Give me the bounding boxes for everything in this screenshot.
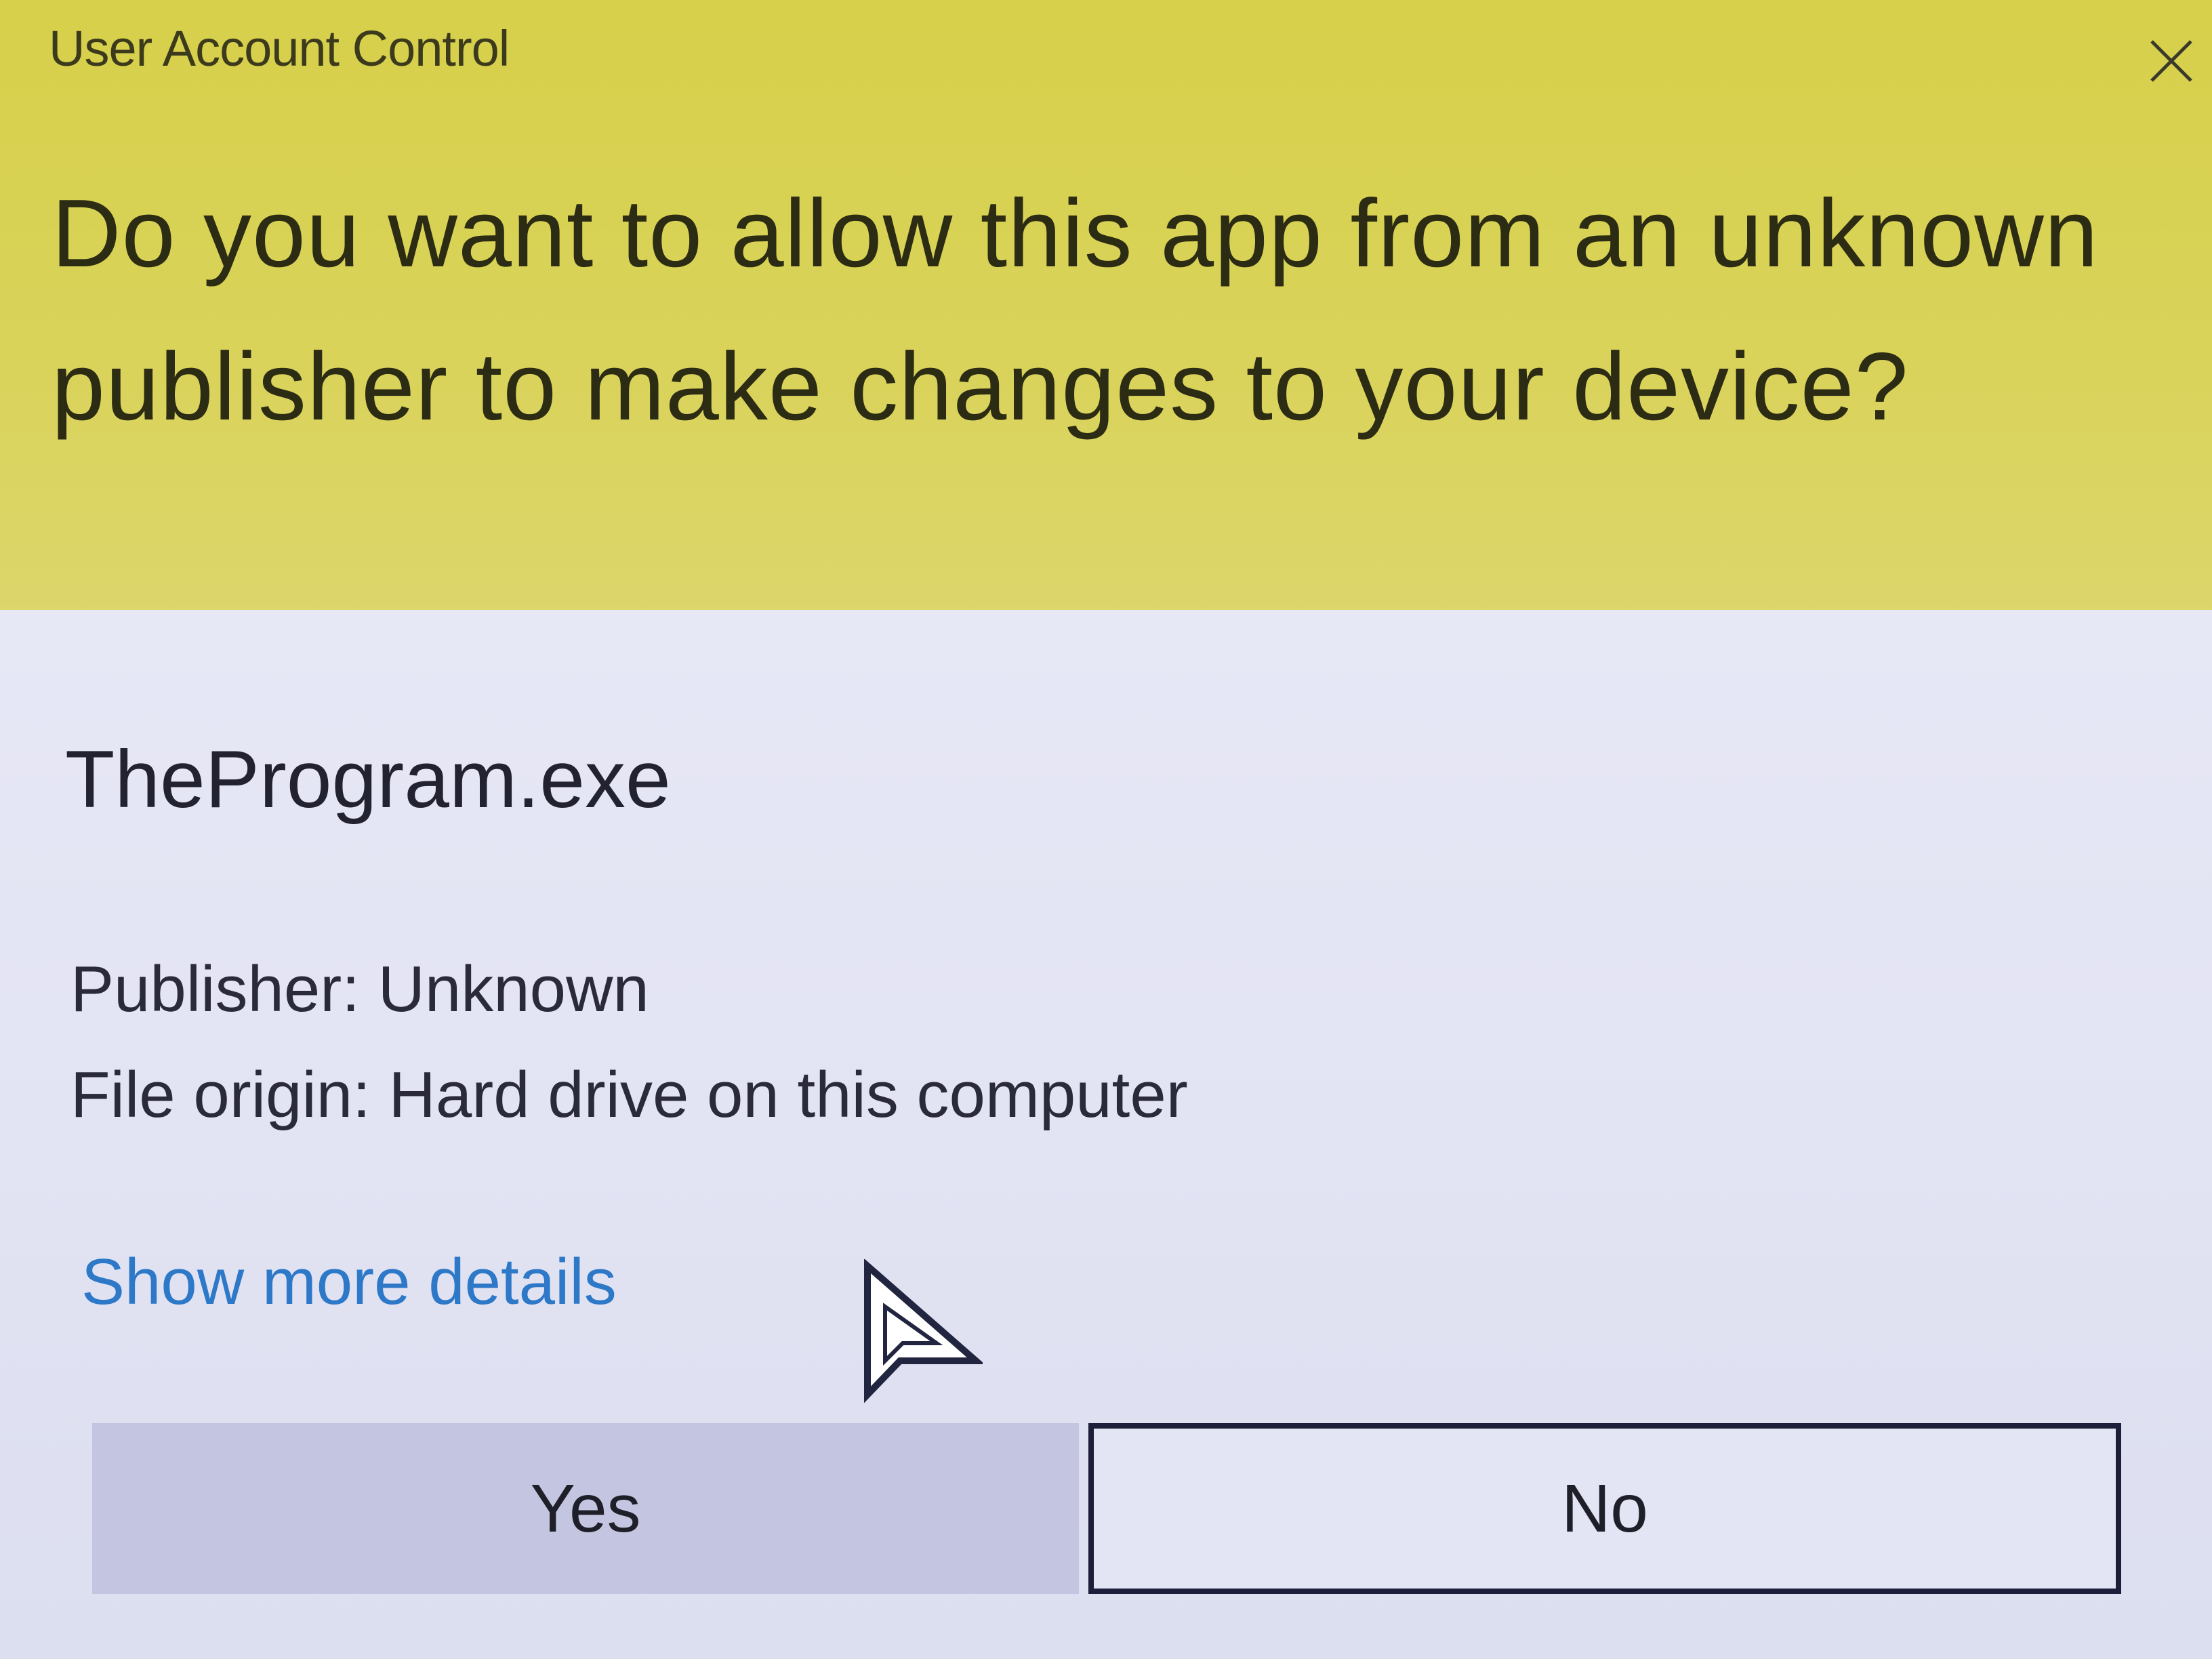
close-button[interactable] bbox=[2131, 14, 2212, 108]
dialog-question: Do you want to allow this app from an un… bbox=[52, 180, 2099, 441]
no-button[interactable]: No bbox=[1088, 1423, 2121, 1594]
uac-dialog: User Account Control Do you want to allo… bbox=[0, 0, 2212, 1659]
publisher-info: Publisher: Unknown bbox=[70, 953, 649, 1025]
close-icon bbox=[2150, 40, 2192, 82]
yes-button[interactable]: Yes bbox=[92, 1423, 1079, 1594]
window-title: User Account Control bbox=[49, 20, 510, 77]
show-more-details-link[interactable]: Show more details bbox=[81, 1243, 617, 1322]
program-name: TheProgram.exe bbox=[65, 734, 671, 825]
mouse-pointer-icon bbox=[864, 1259, 983, 1404]
dialog-header: User Account Control Do you want to allo… bbox=[0, 0, 2212, 610]
file-origin-info: File origin: Hard drive on this computer bbox=[70, 1059, 1188, 1131]
